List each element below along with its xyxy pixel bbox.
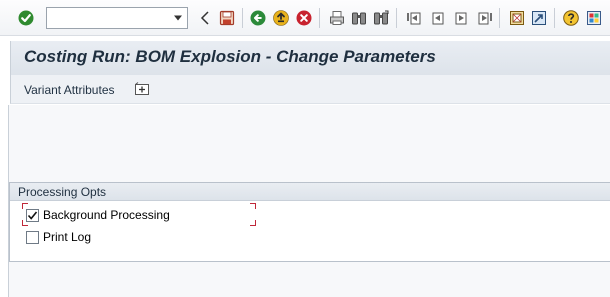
- first-page-button[interactable]: [406, 9, 424, 27]
- toolbar-separator: [396, 8, 397, 28]
- variant-attributes-button[interactable]: Variant Attributes: [24, 83, 115, 97]
- last-page-icon: [478, 12, 492, 25]
- toolbar-separator: [499, 8, 500, 28]
- enter-button[interactable]: [17, 9, 35, 27]
- background-processing-option[interactable]: Background Processing: [26, 207, 170, 223]
- group-title-bar: Processing Opts: [10, 183, 610, 201]
- checkmark-icon: [27, 210, 38, 220]
- new-session-icon: [510, 11, 524, 25]
- command-field[interactable]: [46, 7, 188, 29]
- find-next-icon: [374, 10, 389, 25]
- application-toolbar: Variant Attributes: [10, 75, 610, 104]
- print-button[interactable]: [328, 9, 346, 27]
- command-field-toggle[interactable]: [196, 9, 214, 27]
- help-icon: [563, 10, 579, 26]
- back-icon: [250, 10, 266, 26]
- next-page-button[interactable]: [452, 9, 470, 27]
- save-button[interactable]: [218, 9, 236, 27]
- new-session-button[interactable]: [508, 9, 526, 27]
- toolbar-separator: [319, 8, 320, 28]
- cancel-button[interactable]: [295, 9, 313, 27]
- focus-marker: [250, 203, 256, 209]
- customize-layout-icon: [587, 11, 601, 25]
- back-button[interactable]: [249, 9, 267, 27]
- command-history-dropdown[interactable]: [171, 11, 185, 25]
- print-icon: [330, 11, 344, 25]
- variant-attributes-icon[interactable]: [134, 82, 150, 96]
- system-toolbar: [0, 0, 610, 36]
- exit-button[interactable]: [272, 9, 290, 27]
- chevron-down-icon: [174, 15, 182, 21]
- page-title: Costing Run: BOM Explosion - Change Para…: [24, 47, 436, 66]
- toolbar-separator: [554, 8, 555, 28]
- background-processing-checkbox[interactable]: [26, 208, 39, 222]
- title-bar: Costing Run: BOM Explosion - Change Para…: [10, 41, 610, 75]
- previous-page-button[interactable]: [429, 9, 447, 27]
- find-button[interactable]: [350, 9, 368, 27]
- cancel-icon: [296, 10, 312, 26]
- last-page-button[interactable]: [475, 9, 493, 27]
- customize-layout-button[interactable]: [585, 9, 603, 27]
- group-title: Processing Opts: [18, 185, 107, 199]
- previous-page-icon: [432, 12, 444, 25]
- check-icon: [18, 10, 34, 26]
- triangle-left-icon: [200, 11, 209, 25]
- print-log-label: Print Log: [43, 230, 92, 244]
- print-log-option[interactable]: Print Log: [26, 229, 91, 245]
- toolbar-separator: [242, 8, 243, 28]
- exit-icon: [273, 10, 289, 26]
- shortcut-button[interactable]: [530, 9, 548, 27]
- focus-marker: [250, 220, 256, 226]
- find-icon: [352, 12, 366, 25]
- processing-options-group: Processing Opts Background Processing Pr…: [9, 182, 610, 262]
- find-next-button[interactable]: [372, 9, 390, 27]
- save-icon: [219, 10, 235, 26]
- next-page-icon: [455, 12, 467, 25]
- help-button[interactable]: [562, 9, 580, 27]
- first-page-icon: [407, 12, 421, 25]
- background-processing-label: Background Processing: [43, 208, 170, 222]
- command-input[interactable]: [47, 8, 169, 28]
- print-log-checkbox[interactable]: [26, 230, 39, 244]
- shortcut-icon: [532, 11, 546, 25]
